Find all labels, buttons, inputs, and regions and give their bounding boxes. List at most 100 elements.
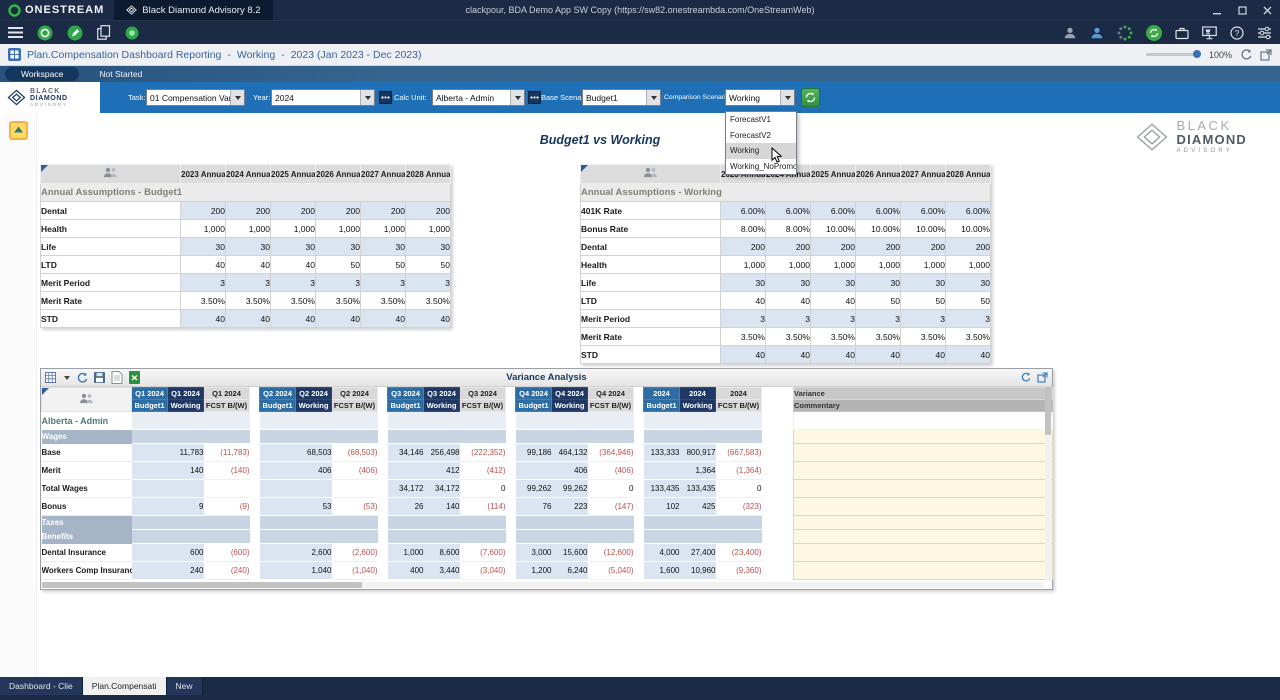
grid-cell[interactable]: (1,364) [715,461,762,480]
grid-cell[interactable] [259,543,296,562]
grid-cell[interactable]: 3,000 [515,543,552,562]
grid-cell[interactable]: 3 [720,309,766,328]
grid-cell[interactable]: 200 [765,237,811,256]
grid-cell[interactable]: (140) [203,461,250,480]
grid-cell[interactable] [259,411,296,430]
grid-cell[interactable]: 1,000 [180,219,226,238]
grid-cell[interactable]: 1,000 [855,255,901,274]
period-header[interactable]: 2024 [715,387,762,400]
grid-cell[interactable]: 30 [315,237,361,256]
grid-cell[interactable]: 425 [679,497,716,516]
grid-cell[interactable]: 200 [945,237,991,256]
grid-cell[interactable]: 34,172 [387,479,424,498]
measure-header[interactable]: FCST B/(W) [715,399,762,412]
grid-cell[interactable] [131,543,168,562]
grid-cell[interactable] [259,561,296,580]
grid-cell[interactable] [131,497,168,516]
refresh-layout-icon[interactable] [1240,48,1252,61]
grid-cell[interactable]: 40 [225,309,271,328]
grid-cell[interactable]: 200 [270,201,316,220]
period-header[interactable]: Q4 2024 [551,387,588,400]
scenario-option-working[interactable]: Working [726,143,796,159]
grid-cell[interactable]: 3 [945,309,991,328]
grid-cell[interactable]: 3.50% [945,327,991,346]
grid-cell[interactable]: 6.00% [945,201,991,220]
grid-cell[interactable] [459,411,506,430]
grid-cell[interactable]: 30 [225,237,271,256]
member-picker-icon[interactable] [528,91,541,104]
grid-cell[interactable] [295,479,332,498]
grid-cell[interactable]: 40 [360,309,406,328]
minimize-button[interactable] [1205,0,1230,20]
period-header[interactable]: Q4 2024 [515,387,552,400]
package-icon[interactable] [1175,26,1189,40]
year-column-header[interactable]: 2024 Annual [225,164,271,184]
grid-cell[interactable]: 200 [225,201,271,220]
grid-cell[interactable]: 1,000 [225,219,271,238]
grid-cell[interactable]: 6.00% [720,201,766,220]
grid-cell[interactable]: 140 [167,461,204,480]
grid-cell[interactable]: 40 [765,345,811,364]
user-gray-icon[interactable] [1063,26,1077,40]
grid-cell[interactable] [331,411,378,430]
grid-cell[interactable] [259,461,296,480]
grid-cell[interactable]: 200 [315,201,361,220]
period-header[interactable]: Q2 2024 [259,387,296,400]
grid-cell[interactable]: 3.50% [810,327,856,346]
grid-cell[interactable]: 30 [180,237,226,256]
grid-cell[interactable]: (11,783) [203,443,250,462]
onestream-home-icon[interactable] [37,25,53,41]
refresh-grid-icon[interactable] [76,372,88,384]
grid-cell[interactable]: (114) [459,497,506,516]
grid-cell[interactable]: 0 [715,479,762,498]
grid-cell[interactable]: (3,040) [459,561,506,580]
grid-cell[interactable]: 40 [765,291,811,310]
grid-cell[interactable]: 11,783 [167,443,204,462]
commentary-cell[interactable] [793,411,1053,430]
grid-cell[interactable]: 40 [855,345,901,364]
grid-cell[interactable]: (5,040) [587,561,634,580]
grid-cell[interactable] [259,497,296,516]
grid-cell[interactable]: (7,600) [459,543,506,562]
grid-cell[interactable] [131,411,168,430]
grid-cell[interactable]: 800,917 [679,443,716,462]
grid-cell[interactable]: 412 [423,461,460,480]
year-column-header[interactable]: 2027 Annual [360,164,406,184]
period-header[interactable]: Q4 2024 [587,387,634,400]
commentary-cell[interactable] [793,543,1053,562]
grid-cell[interactable]: 30 [720,273,766,292]
grid-cell[interactable] [643,461,680,480]
grid-cell[interactable]: (53) [331,497,378,516]
grid-cell[interactable] [551,411,588,430]
grid-cell[interactable] [259,479,296,498]
calc-unit-select[interactable]: Alberta - Admin [432,89,525,106]
grid-cell[interactable]: 200 [720,237,766,256]
grid-cell[interactable] [131,461,168,480]
measure-header[interactable]: Budget1 [643,399,680,412]
grid-cell[interactable]: 3.50% [720,327,766,346]
grid-cell[interactable] [131,561,168,580]
period-header[interactable]: Q3 2024 [387,387,424,400]
grid-cell[interactable]: 3.50% [225,291,271,310]
grid-corner-cell[interactable] [41,387,132,412]
grid-cell[interactable] [387,461,424,480]
scenario-option-forecastv2[interactable]: ForecastV2 [726,128,796,144]
grid-cell[interactable]: 3.50% [900,327,946,346]
grid-cell[interactable]: (9) [203,497,250,516]
grid-cell[interactable]: 133,435 [679,479,716,498]
measure-header[interactable]: FCST B/(W) [331,399,378,412]
grid-cell[interactable]: 0 [587,479,634,498]
grid-cell[interactable]: 3 [765,309,811,328]
taskbar-tab[interactable]: Plan.Compensati [82,677,167,695]
grid-cell[interactable]: 406 [551,461,588,480]
grid-cell[interactable]: 223 [551,497,588,516]
measure-header[interactable]: Budget1 [515,399,552,412]
measure-header[interactable]: Working [295,399,332,412]
grid-cell[interactable]: 50 [855,291,901,310]
parameter-panel-icon[interactable] [9,121,28,145]
grid-cell[interactable]: (2,600) [331,543,378,562]
grid-cell[interactable]: 1,000 [945,255,991,274]
sync-icon[interactable] [1146,24,1162,41]
grid-corner-cell[interactable] [40,164,181,184]
measure-header[interactable]: FCST B/(W) [203,399,250,412]
